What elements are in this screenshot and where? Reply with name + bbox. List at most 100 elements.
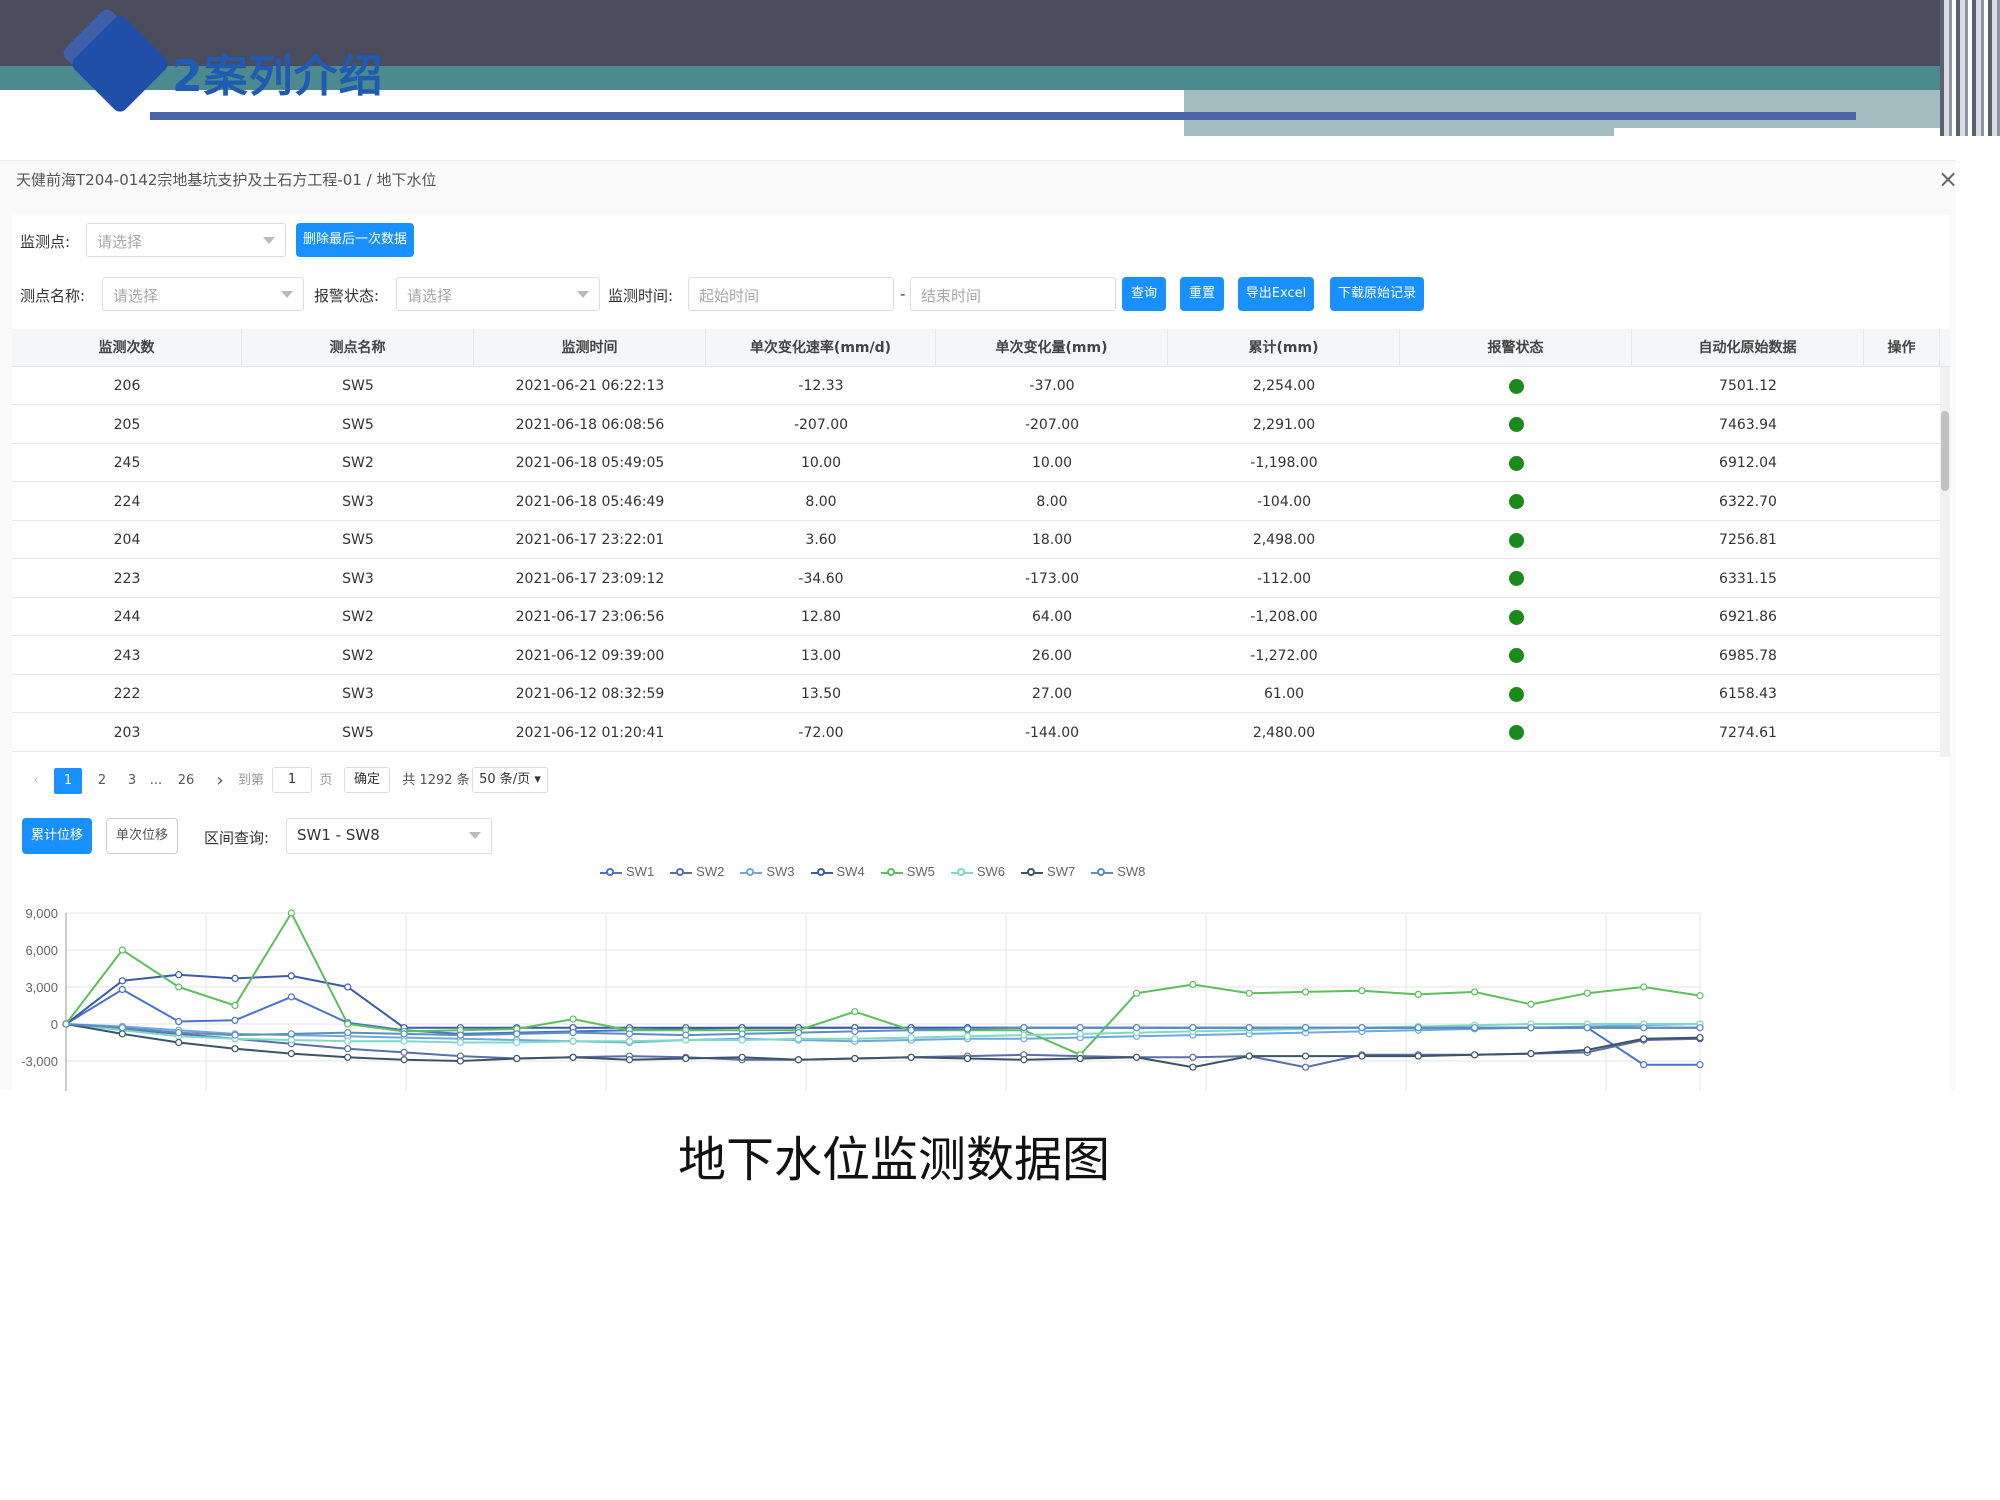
data-point[interactable]: [1132, 1053, 1141, 1061]
data-point[interactable]: [118, 985, 126, 994]
data-point[interactable]: [1696, 1024, 1704, 1032]
legend-item-sw1[interactable]: SW1: [600, 864, 654, 879]
data-point[interactable]: [1414, 1024, 1422, 1032]
data-point[interactable]: [1076, 1054, 1084, 1063]
data-point[interactable]: [1189, 1024, 1197, 1032]
data-point[interactable]: [231, 974, 239, 982]
data-point[interactable]: [400, 1048, 408, 1056]
data-point[interactable]: [1245, 989, 1253, 997]
legend-item-sw3[interactable]: SW3: [740, 864, 795, 879]
data-point[interactable]: [625, 1030, 634, 1038]
data-point[interactable]: [851, 1027, 859, 1035]
data-point[interactable]: [1527, 1000, 1535, 1008]
data-point[interactable]: [231, 1016, 239, 1024]
data-point[interactable]: [1471, 1051, 1479, 1059]
table-row[interactable]: 243 SW2 2021-06-12 09:39:00 13.00 26.00 -1,27…: [12, 637, 1950, 675]
data-point[interactable]: [1301, 1052, 1310, 1060]
data-point[interactable]: [175, 983, 183, 991]
legend-item-sw5[interactable]: SW5: [880, 864, 935, 879]
legend-item-sw7[interactable]: SW7: [1021, 864, 1075, 879]
table-row[interactable]: 222 SW3 2021-06-12 08:32:59 13.50 27.00 61.00…: [12, 675, 1950, 713]
data-point[interactable]: [963, 1032, 972, 1040]
data-point[interactable]: [1301, 1063, 1310, 1071]
data-point[interactable]: [344, 1020, 352, 1028]
page-2-button[interactable]: 2: [90, 768, 114, 794]
data-point[interactable]: [287, 1050, 295, 1058]
data-point[interactable]: [344, 1037, 352, 1045]
export-excel-button[interactable]: 导出Excel: [1238, 277, 1314, 311]
page-3-button[interactable]: 3: [120, 768, 144, 794]
data-point[interactable]: [118, 946, 126, 954]
data-point[interactable]: [1696, 1061, 1704, 1069]
data-point[interactable]: [569, 1029, 577, 1037]
reset-button[interactable]: 重置: [1180, 277, 1224, 311]
data-point[interactable]: [231, 1045, 239, 1053]
data-point[interactable]: [118, 977, 126, 985]
data-point[interactable]: [1189, 1063, 1197, 1071]
point-name-select[interactable]: 请选择: [102, 277, 304, 311]
data-point[interactable]: [287, 909, 295, 917]
data-point[interactable]: [569, 1015, 577, 1023]
page-size-select[interactable]: 50 条/页 ▾: [472, 767, 548, 793]
start-time-input[interactable]: 起始时间: [688, 277, 894, 311]
data-point[interactable]: [907, 1053, 915, 1061]
legend-item-sw2[interactable]: SW2: [670, 864, 724, 879]
download-records-button[interactable]: 下载原始记录: [1330, 277, 1424, 311]
data-point[interactable]: [456, 1031, 465, 1039]
data-point[interactable]: [1640, 1024, 1648, 1032]
data-point[interactable]: [1640, 1061, 1648, 1069]
data-point[interactable]: [1132, 1024, 1141, 1032]
data-point[interactable]: [907, 1026, 915, 1034]
data-point[interactable]: [851, 1035, 859, 1043]
data-point[interactable]: [1189, 1053, 1197, 1061]
data-point[interactable]: [1640, 1035, 1648, 1043]
data-point[interactable]: [569, 1037, 577, 1045]
data-point[interactable]: [1414, 1052, 1422, 1060]
data-point[interactable]: [738, 1030, 746, 1038]
data-point[interactable]: [344, 983, 352, 991]
data-point[interactable]: [513, 1038, 521, 1047]
data-point[interactable]: [794, 1029, 803, 1037]
data-point[interactable]: [456, 1038, 465, 1047]
data-point[interactable]: [1358, 1052, 1366, 1060]
table-scrollbar-thumb[interactable]: [1941, 411, 1949, 491]
data-point[interactable]: [1020, 1024, 1028, 1032]
table-row[interactable]: 206 SW5 2021-06-21 06:22:13 -12.33 -37.00 2,2…: [12, 367, 1950, 405]
data-point[interactable]: [287, 993, 295, 1001]
data-point[interactable]: [1245, 1052, 1253, 1060]
goto-page-input[interactable]: 1: [272, 767, 312, 793]
data-point[interactable]: [513, 1030, 521, 1038]
table-row[interactable]: 204 SW5 2021-06-17 23:22:01 3.60 18.00 2,498.…: [12, 521, 1950, 559]
data-point[interactable]: [118, 1024, 126, 1032]
data-point[interactable]: [175, 1017, 183, 1026]
data-point[interactable]: [794, 1056, 803, 1064]
legend-item-sw8[interactable]: SW8: [1091, 864, 1145, 879]
page-ellipsis[interactable]: ...: [144, 768, 168, 794]
data-point[interactable]: [1527, 1024, 1535, 1032]
data-point[interactable]: [682, 1031, 690, 1039]
data-point[interactable]: [1471, 988, 1479, 996]
table-row[interactable]: 244 SW2 2021-06-17 23:06:56 12.80 64.00 -1,20…: [12, 598, 1950, 636]
table-row[interactable]: 224 SW3 2021-06-18 05:46:49 8.00 8.00 -104.00…: [12, 483, 1950, 521]
data-point[interactable]: [1020, 1031, 1028, 1039]
data-point[interactable]: [400, 1056, 408, 1064]
data-point[interactable]: [1414, 990, 1422, 998]
data-point[interactable]: [287, 1036, 295, 1044]
data-point[interactable]: [1471, 1024, 1479, 1032]
data-point[interactable]: [682, 1054, 690, 1063]
data-point[interactable]: [62, 1020, 70, 1028]
data-point[interactable]: [344, 1045, 352, 1053]
data-point[interactable]: [513, 1054, 521, 1063]
data-point[interactable]: [1527, 1050, 1535, 1058]
data-point[interactable]: [231, 1031, 239, 1039]
data-point[interactable]: [794, 1035, 803, 1043]
data-point[interactable]: [1583, 1024, 1591, 1032]
data-point[interactable]: [738, 1036, 746, 1044]
data-point[interactable]: [1696, 1033, 1704, 1042]
next-page-button[interactable]: ›: [208, 768, 232, 794]
data-point[interactable]: [175, 1029, 183, 1037]
data-point[interactable]: [175, 1038, 183, 1047]
data-point[interactable]: [1020, 1056, 1028, 1064]
data-point[interactable]: [1358, 1024, 1366, 1032]
table-row[interactable]: 205 SW5 2021-06-18 06:08:56 -207.00 -207.00 2…: [12, 406, 1950, 444]
